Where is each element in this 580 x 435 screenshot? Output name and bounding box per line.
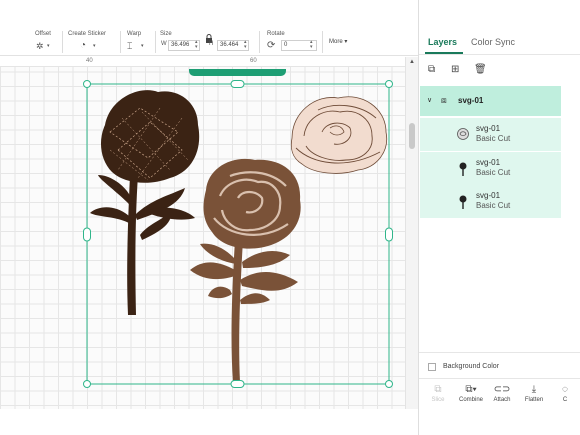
warp-label: Warp [127,31,142,37]
flatten-label: Flatten [524,397,544,403]
create-sticker-label: Create Sticker [68,31,107,37]
rotate-stepper-icon[interactable]: ▴ ▾ [310,40,313,50]
combine-label: Combine [458,397,483,403]
layer-operation: Basic Cut [476,201,511,210]
sticker-icon: ◔ [80,40,87,51]
contour-label: C [562,397,568,403]
ruler-top: 40 60 [0,57,405,67]
layer-name: svg-01 [476,124,501,133]
tab-color-sync[interactable]: Color Sync [471,37,515,47]
height-prefix: H [209,41,214,47]
design-canvas[interactable] [0,57,405,409]
combine-icon: ⧉▾ [465,384,477,395]
scroll-up-icon[interactable]: ▲ [409,59,415,65]
toolbar-divider [62,31,63,53]
toolbar-divider [259,31,260,53]
toolbar-divider [322,31,323,53]
vertical-scrollbar[interactable]: ▲ [405,57,418,409]
background-color-label: Background Color [443,363,500,370]
layer-row[interactable]: svg-01 Basic Cut [420,185,561,218]
attach-icon: ⊂⊃ [493,384,511,395]
toolbar-divider [155,31,156,53]
slice-button[interactable]: ⧉ Slice [423,384,453,403]
resize-handle-corner [385,80,393,88]
rotate-label: Rotate [267,31,285,37]
resize-handle-left [83,227,91,242]
ruler-mark: 40 [86,58,93,64]
edit-toolbar: Offset ✲ ▾ Create Sticker ◔ ▾ Warp ⌶ ▾ S… [0,0,418,56]
background-color-row: Background Color [419,352,580,379]
more-button[interactable]: More ▾ [329,38,347,45]
warp-icon: ⌶ [127,41,133,51]
width-stepper-icon[interactable]: ▴ ▾ [195,40,198,50]
attach-button[interactable]: ⊂⊃ Attach [487,384,517,403]
tab-layers[interactable]: Layers [428,37,457,47]
combine-button[interactable]: ⧉▾ Combine [456,384,486,403]
canvas-artwork [83,80,393,388]
chevron-down-icon[interactable]: ∨ [427,96,432,104]
resize-handle-bottom [230,380,245,388]
create-sticker-tool[interactable]: Create Sticker ◔ ▾ [66,0,112,56]
layers-panel: Layers Color Sync ⧉ ⊞ 🗑 ∨ ⧈ svg-01 svg-0… [418,0,580,435]
tab-divider [419,54,580,55]
flatten-button[interactable]: ⤓ Flatten [519,384,549,403]
layer-group-row[interactable]: ∨ ⧈ svg-01 [420,86,561,116]
rose-dark-image[interactable] [90,90,200,315]
slice-label: Slice [431,397,445,403]
rose-outline-image[interactable] [290,96,388,174]
layer-name: svg-01 [476,158,501,167]
contour-icon: ◌ [562,384,568,395]
scroll-thumb[interactable] [409,123,415,149]
canvas-top-handle[interactable] [189,69,286,76]
width-prefix: W [161,41,167,47]
layer-name: svg-01 [476,191,501,200]
rose-brown-icon [459,162,467,176]
chevron-down-icon: ▾ [141,43,144,49]
delete-icon[interactable]: 🗑 [474,64,487,75]
chevron-down-icon: ▾ [47,43,50,49]
group-icon: ⧈ [441,95,447,105]
rose-dark-icon [459,195,467,209]
layer-operation: Basic Cut [476,168,511,177]
offset-icon: ✲ [36,41,44,51]
layer-operation: Basic Cut [476,134,511,143]
slice-icon: ⧉ [434,384,442,395]
offset-label: Offset [35,31,51,37]
resize-handle-top [230,80,245,88]
attach-label: Attach [493,397,511,403]
group-name: svg-01 [458,96,484,105]
duplicate-icon[interactable]: ⊞ [451,64,459,75]
resize-handle-right [385,227,393,242]
chevron-down-icon: ▾ [93,43,96,49]
rotate-icon: ⟳ [267,40,276,51]
size-label: Size [160,31,172,37]
layer-row[interactable]: svg-01 Basic Cut [420,152,561,185]
group-icon[interactable]: ⧉ [428,64,435,75]
contour-button[interactable]: ◌ C [551,384,579,403]
rose-brown-image[interactable] [190,158,301,382]
flatten-icon: ⤓ [531,384,537,395]
resize-handle-corner [385,380,393,388]
layer-row[interactable]: svg-01 Basic Cut [420,118,561,151]
resize-handle-corner [83,80,91,88]
resize-handle-corner [83,380,91,388]
background-color-checkbox[interactable] [428,363,436,371]
height-stepper-icon[interactable]: ▴ ▾ [244,40,247,50]
warp-tool[interactable]: Warp ⌶ ▾ [124,0,150,56]
offset-tool[interactable]: Offset ✲ ▾ [30,0,56,56]
rose-outline-icon [457,128,469,140]
toolbar-divider [120,31,121,53]
ruler-mark: 60 [250,58,257,64]
